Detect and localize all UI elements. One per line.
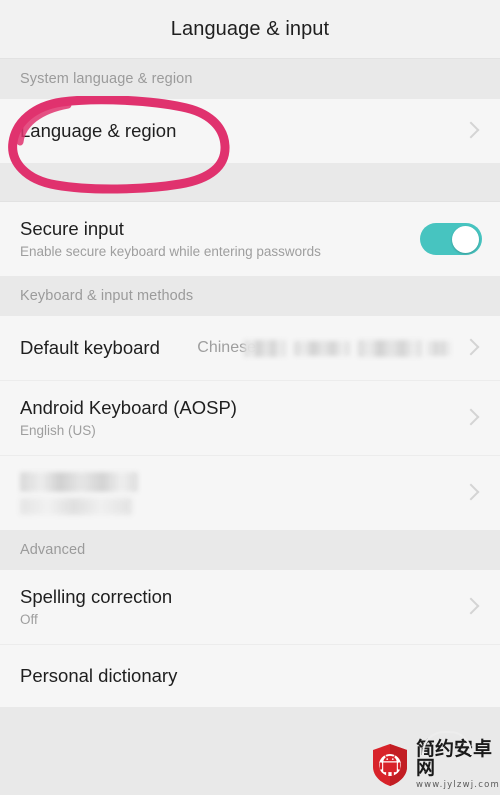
- settings-screen: Language & input System language & regio…: [0, 0, 500, 795]
- page-title: Language & input: [170, 17, 330, 40]
- secure-input-toggle[interactable]: [420, 223, 482, 255]
- chevron-right-icon: [460, 337, 482, 359]
- row-personal-dictionary[interactable]: Personal dictionary: [0, 645, 500, 707]
- redaction-bar: [358, 339, 422, 357]
- row-spelling-correction-value: Off: [20, 612, 38, 628]
- watermark-arc-decoration: [422, 731, 472, 755]
- chevron-right-icon: [460, 120, 482, 142]
- row-secure-input-description: Enable secure keyboard while entering pa…: [20, 244, 321, 260]
- watermark-url: www.jylzwj.com: [416, 780, 500, 791]
- android-shield-logo-icon: [370, 743, 410, 787]
- group-system-language-region: Language & region: [0, 99, 500, 163]
- app-title-bar: Language & input: [0, 0, 500, 59]
- row-default-keyboard[interactable]: Default keyboard Chinese: [0, 316, 500, 380]
- chevron-right-icon: [460, 482, 482, 504]
- redaction-bar: [20, 497, 132, 515]
- row-spelling-correction-label: Spelling correction: [20, 586, 173, 608]
- row-default-keyboard-value: Chinese: [197, 339, 450, 357]
- section-header-label: Keyboard & input methods: [20, 288, 194, 304]
- row-redacted-input-method[interactable]: [0, 456, 500, 530]
- row-default-keyboard-label: Default keyboard: [20, 337, 160, 359]
- site-watermark: 简约安卓网 www.jylzwj.com: [360, 731, 500, 795]
- section-header-label: System language & region: [20, 71, 193, 87]
- row-language-region-label: Language & region: [20, 120, 177, 142]
- row-language-region[interactable]: Language & region: [0, 99, 500, 163]
- row-secure-input[interactable]: Secure input Enable secure keyboard whil…: [0, 202, 500, 276]
- row-android-keyboard-aosp[interactable]: Android Keyboard (AOSP) English (US): [0, 381, 500, 455]
- row-android-keyboard-aosp-value: English (US): [20, 423, 96, 439]
- chevron-right-icon: [460, 407, 482, 429]
- redaction-bar: [428, 340, 450, 356]
- group-secure-input: Secure input Enable secure keyboard whil…: [0, 202, 500, 276]
- redaction-bar: [20, 471, 138, 492]
- section-header-label: Advanced: [20, 542, 86, 558]
- row-android-keyboard-aosp-label: Android Keyboard (AOSP): [20, 397, 237, 419]
- section-header-advanced: Advanced: [0, 530, 500, 570]
- section-header-keyboard-input-methods: Keyboard & input methods: [0, 276, 500, 316]
- group-advanced: Spelling correction Off Personal diction…: [0, 570, 500, 707]
- section-gap-1: [0, 163, 500, 202]
- redaction-bar: [244, 339, 286, 357]
- group-keyboard-input-methods: Default keyboard Chinese Android Keyboar…: [0, 316, 500, 530]
- redacted-primary: [20, 471, 460, 492]
- toggle-knob: [452, 225, 479, 253]
- section-header-system-language-region: System language & region: [0, 59, 500, 99]
- row-secure-input-label: Secure input: [20, 218, 124, 240]
- row-personal-dictionary-label: Personal dictionary: [20, 665, 178, 687]
- row-spelling-correction[interactable]: Spelling correction Off: [0, 570, 500, 644]
- chevron-right-icon: [460, 596, 482, 618]
- redaction-bar: [294, 340, 350, 356]
- redacted-secondary: [20, 497, 460, 515]
